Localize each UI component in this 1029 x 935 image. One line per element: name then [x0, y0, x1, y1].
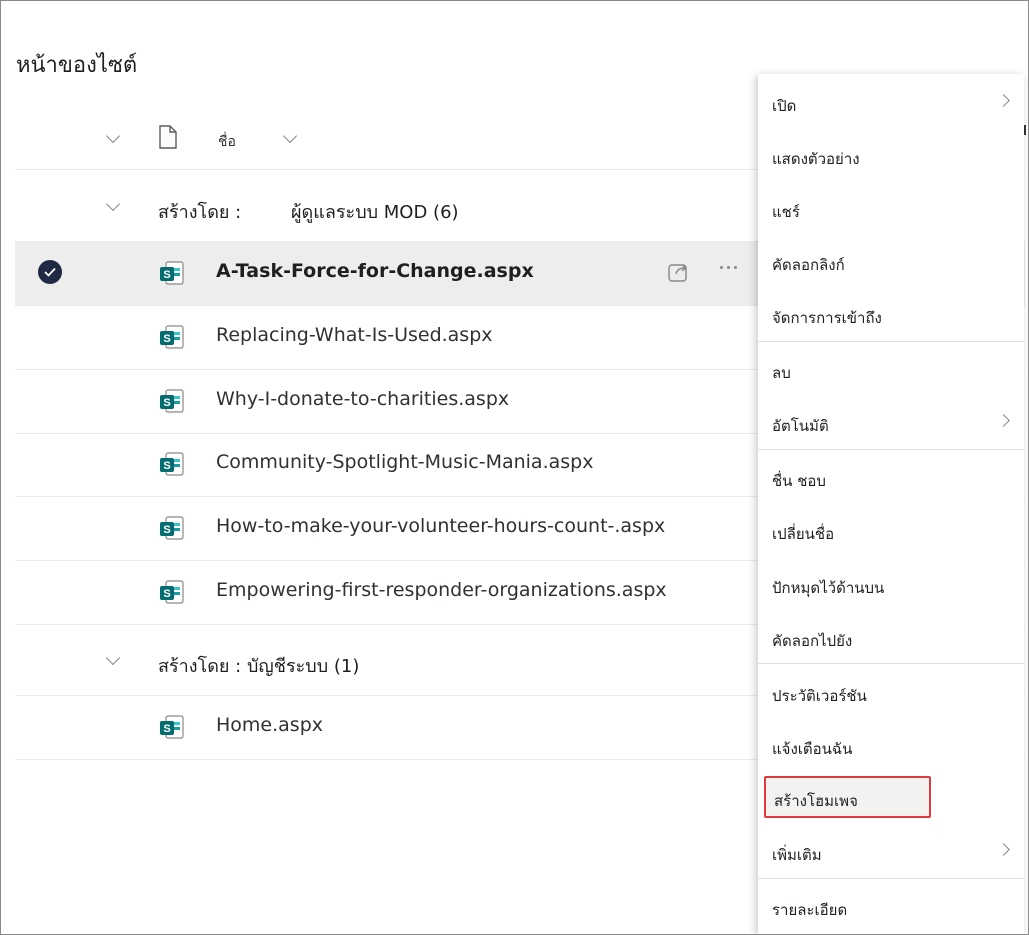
- group-value: ผู้ดูแลระบบ MOD (6): [291, 202, 459, 223]
- menu-item-alert-me[interactable]: แจ้งเตือนฉัน: [758, 719, 1024, 772]
- file-name[interactable]: Community-Spotlight-Music-Mania.aspx: [216, 451, 593, 473]
- sharepoint-page-icon: S: [158, 514, 186, 547]
- menu-divider: [758, 878, 1024, 879]
- menu-item-copy-to[interactable]: คัดลอกไปยัง: [758, 611, 1024, 664]
- menu-item-preview[interactable]: แสดงตัวอย่าง: [758, 129, 1024, 182]
- sharepoint-page-icon: S: [158, 450, 186, 483]
- menu-divider: [758, 341, 1024, 342]
- svg-text:S: S: [163, 397, 170, 409]
- chevron-right-icon: [997, 414, 1010, 427]
- file-name[interactable]: How-to-make-your-volunteer-hours-count-.…: [216, 515, 665, 537]
- menu-item-manage-access[interactable]: จัดการการเข้าถึง: [758, 288, 1024, 341]
- menu-item-open[interactable]: เปิด: [758, 76, 1024, 129]
- menu-item-version-history[interactable]: ประวัติเวอร์ชัน: [758, 666, 1024, 719]
- group-collapse-chevron-icon[interactable]: [105, 650, 121, 666]
- make-homepage-label: สร้างโฮมเพจ: [774, 792, 858, 810]
- menu-item-pin-to-top[interactable]: ปักหมุดไว้ด้านบน: [758, 558, 1024, 611]
- file-type-icon[interactable]: [158, 125, 178, 153]
- svg-text:S: S: [163, 524, 170, 536]
- menu-item-automate[interactable]: อัตโนมัติ: [758, 396, 1024, 449]
- menu-item-share[interactable]: แชร์: [758, 182, 1024, 235]
- sharepoint-page-icon: S: [158, 713, 186, 746]
- svg-text:S: S: [163, 269, 170, 281]
- chevron-right-icon: [997, 94, 1010, 107]
- group-label: สร้างโดย :: [158, 202, 242, 223]
- svg-text:S: S: [163, 723, 170, 735]
- menu-item-favorite[interactable]: ชื่น ชอบ: [758, 451, 1024, 504]
- file-name[interactable]: Why-I-donate-to-charities.aspx: [216, 388, 509, 410]
- menu-divider: [758, 449, 1024, 450]
- group-collapse-chevron-icon[interactable]: [105, 196, 121, 212]
- sort-chevron-down-icon[interactable]: [282, 128, 298, 144]
- svg-text:S: S: [163, 588, 170, 600]
- more-actions-icon[interactable]: [720, 266, 737, 269]
- collapse-all-chevron-icon[interactable]: [105, 128, 121, 144]
- menu-item-copy-link[interactable]: คัดลอกลิงก์: [758, 235, 1024, 288]
- site-pages-window: หน้าของไซต์ ชื่อ สร้างโดย : ผู้ดูแลระบบ …: [0, 0, 1029, 935]
- file-name[interactable]: Replacing-What-Is-Used.aspx: [216, 324, 493, 346]
- sharepoint-page-icon: S: [158, 387, 186, 420]
- sharepoint-page-icon: S: [158, 259, 186, 292]
- menu-divider: [758, 663, 1024, 664]
- chevron-right-icon: [997, 843, 1010, 856]
- column-header-name[interactable]: ชื่อ: [218, 131, 236, 153]
- file-name[interactable]: A-Task-Force-for-Change.aspx: [216, 260, 534, 282]
- file-name[interactable]: Home.aspx: [216, 714, 323, 736]
- group-label: สร้างโดย : บัญชีระบบ (1): [158, 656, 360, 677]
- menu-item-make-homepage[interactable]: สร้างโฮมเพจ: [764, 776, 931, 818]
- menu-item-rename[interactable]: เปลี่ยนชื่อ: [758, 504, 1024, 557]
- sharepoint-page-icon: S: [158, 578, 186, 611]
- share-icon[interactable]: [667, 260, 691, 289]
- menu-item-delete[interactable]: ลบ: [758, 343, 1024, 396]
- row-selected-check-icon[interactable]: [38, 260, 62, 284]
- page-title: หน้าของไซต์: [16, 53, 138, 78]
- menu-item-details[interactable]: รายละเอียด: [758, 880, 1024, 933]
- file-name[interactable]: Empowering-first-responder-organizations…: [216, 579, 667, 601]
- svg-text:S: S: [163, 333, 170, 345]
- svg-text:S: S: [163, 460, 170, 472]
- sharepoint-page-icon: S: [158, 323, 186, 356]
- menu-item-more[interactable]: เพิ่มเติม: [758, 825, 1024, 878]
